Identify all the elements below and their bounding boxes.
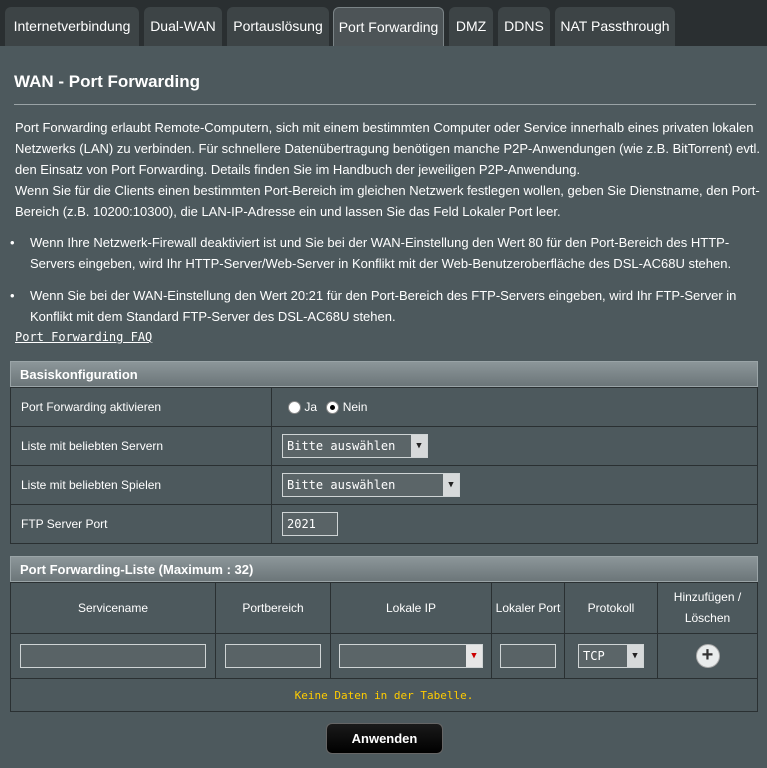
games-label: Liste mit beliebten Spielen [10, 465, 272, 505]
servers-select-value: Bitte auswählen [287, 439, 396, 453]
chevron-down-icon: ▼ [411, 435, 427, 457]
bullet-ftp: • Wenn Sie bei der WAN-Einstellung den W… [10, 285, 765, 327]
basic-config-header: Basiskonfiguration [10, 361, 758, 387]
tab-dmz[interactable]: DMZ [449, 7, 493, 46]
bullet-http: • Wenn Ihre Netzwerk-Firewall deaktivier… [10, 232, 765, 274]
radio-yes-label: Ja [304, 399, 318, 414]
radio-yes[interactable] [288, 401, 301, 415]
list-header-row: Servicename Portbereich Lokale IP Lokale… [10, 582, 758, 634]
games-select-value: Bitte auswählen [287, 478, 396, 492]
addremove-cell: + [657, 633, 758, 679]
forwarding-list-table: Servicename Portbereich Lokale IP Lokale… [10, 582, 758, 712]
title-divider [14, 104, 756, 105]
col-ip: Lokale IP [330, 582, 492, 634]
basic-config-table: Port Forwarding aktivieren Ja Nein Liste… [10, 387, 758, 544]
servers-row: Liste mit beliebten Servern Bitte auswäh… [10, 426, 758, 466]
page-title: WAN - Port Forwarding [14, 72, 201, 91]
local-port-cell [491, 633, 565, 679]
list-header: Port Forwarding-Liste (Maximum : 32) [10, 556, 758, 582]
enable-row: Port Forwarding aktivieren Ja Nein [10, 387, 758, 427]
servers-label: Liste mit beliebten Servern [10, 426, 272, 466]
service-name-input[interactable] [20, 644, 206, 668]
description-paragraph-1: Port Forwarding erlaubt Remote-Computern… [15, 120, 760, 177]
servers-cell: Bitte auswählen ▼ [271, 426, 758, 466]
bullet-ftp-text: Wenn Sie bei der WAN-Einstellung den Wer… [30, 288, 737, 324]
description: Port Forwarding erlaubt Remote-Computern… [15, 117, 763, 222]
col-addremove: Hinzufügen / Löschen [657, 582, 758, 634]
empty-row: Keine Daten in der Tabelle. [10, 678, 758, 712]
protocol-select-value: TCP [583, 649, 605, 663]
apply-button[interactable]: Anwenden [326, 723, 443, 754]
protocol-select[interactable]: TCP ▼ [578, 644, 644, 668]
tab-nat-passthrough[interactable]: NAT Passthrough [555, 7, 675, 46]
col-protocol: Protokoll [564, 582, 658, 634]
description-paragraph-2: Wenn Sie für die Clients einen bestimmte… [15, 183, 760, 219]
ftp-cell: 2021 [271, 504, 758, 544]
chevron-down-icon: ▼ [627, 645, 643, 667]
list-input-row: ▼ TCP ▼ + [10, 633, 758, 679]
col-local-port: Lokaler Port [491, 582, 565, 634]
empty-message: Keine Daten in der Tabelle. [10, 678, 758, 712]
local-ip-select[interactable]: ▼ [339, 644, 483, 668]
protocol-cell: TCP ▼ [564, 633, 658, 679]
ftp-port-input[interactable]: 2021 [282, 512, 338, 536]
chevron-down-icon: ▼ [443, 474, 459, 496]
ftp-row: FTP Server Port 2021 [10, 504, 758, 544]
col-service: Servicename [10, 582, 216, 634]
servers-select[interactable]: Bitte auswählen ▼ [282, 434, 428, 458]
bullet-dot: • [10, 235, 15, 250]
tab-ddns[interactable]: DDNS [498, 7, 550, 46]
add-icon[interactable]: + [695, 644, 720, 668]
tab-portausloesung[interactable]: Portauslösung [227, 7, 329, 46]
tab-port-forwarding[interactable]: Port Forwarding [333, 7, 444, 46]
service-cell [10, 633, 216, 679]
tab-internetverbindung[interactable]: Internetverbindung [5, 7, 139, 46]
games-select[interactable]: Bitte auswählen ▼ [282, 473, 460, 497]
bullet-http-text: Wenn Ihre Netzwerk-Firewall deaktiviert … [30, 235, 732, 271]
games-row: Liste mit beliebten Spielen Bitte auswäh… [10, 465, 758, 505]
enable-radio-cell: Ja Nein [271, 387, 758, 427]
tab-bar: Internetverbindung Dual-WAN Portauslösun… [0, 0, 767, 46]
radio-no-label: Nein [342, 399, 368, 414]
ftp-label: FTP Server Port [10, 504, 272, 544]
bullet-dot: • [10, 288, 15, 303]
col-range: Portbereich [215, 582, 331, 634]
range-cell [215, 633, 331, 679]
local-port-input[interactable] [500, 644, 556, 668]
ip-cell: ▼ [330, 633, 492, 679]
tab-dual-wan[interactable]: Dual-WAN [144, 7, 222, 46]
port-range-input[interactable] [225, 644, 321, 668]
radio-no[interactable] [326, 401, 340, 415]
chevron-down-icon: ▼ [466, 645, 482, 667]
enable-label: Port Forwarding aktivieren [10, 387, 272, 427]
faq-link[interactable]: Port Forwarding FAQ [15, 330, 152, 344]
games-cell: Bitte auswählen ▼ [271, 465, 758, 505]
